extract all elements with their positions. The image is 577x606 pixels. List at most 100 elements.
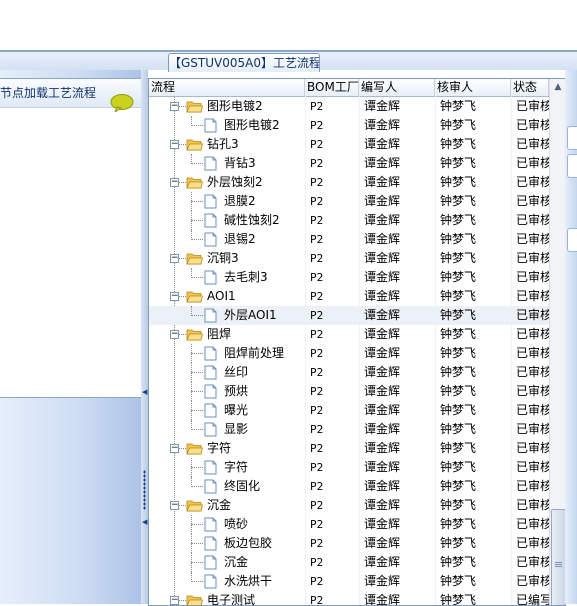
reviewer-cell: 钟梦飞 (440, 251, 477, 265)
table-row[interactable]: − 外层蚀刻2 P2 谭金辉 钟梦飞 已审核 (149, 173, 549, 192)
collapse-left-arrow-icon[interactable]: ◀ (142, 388, 147, 396)
status-cell: 已审核 (516, 498, 549, 512)
reviewer-cell: 钟梦飞 (440, 175, 477, 189)
reviewer-cell: 钟梦飞 (440, 213, 477, 227)
table-row[interactable]: 图形电镀2 P2 谭金辉 钟梦飞 已审核 (149, 116, 549, 135)
reviewer-cell: 钟梦飞 (440, 555, 477, 569)
status-cell: 已审核 (516, 460, 549, 474)
reviewer-cell: 钟梦飞 (440, 574, 477, 588)
right-side-tab[interactable] (567, 228, 577, 252)
process-name: 字符 (224, 460, 249, 474)
process-name: 字符 (207, 441, 232, 455)
column-header-reviewer[interactable]: 核审人 (435, 79, 511, 96)
table-row[interactable]: − AOI1 P2 谭金辉 钟梦飞 已审核 (149, 287, 549, 306)
collapse-toggle-icon[interactable]: − (170, 140, 179, 149)
column-header-bom[interactable]: BOM工厂 (305, 79, 359, 96)
process-name: 喷砂 (224, 517, 249, 531)
table-row[interactable]: 终固化 P2 谭金辉 钟梦飞 已审核 (149, 477, 549, 496)
table-row[interactable]: 背钻3 P2 谭金辉 钟梦飞 已审核 (149, 154, 549, 173)
bom-cell: P2 (310, 499, 324, 512)
chat-bubble-icon[interactable] (110, 94, 134, 112)
reviewer-cell: 钟梦飞 (440, 232, 477, 246)
writer-cell: 谭金辉 (364, 194, 401, 208)
document-icon (204, 213, 217, 228)
collapse-toggle-icon[interactable]: − (170, 102, 179, 111)
column-header-process[interactable]: 流程 (149, 79, 305, 96)
collapse-toggle-icon[interactable]: − (170, 178, 179, 187)
collapse-toggle-icon[interactable]: − (170, 330, 179, 339)
bom-cell: P2 (310, 461, 324, 474)
process-name: 显影 (224, 422, 249, 436)
reviewer-cell: 钟梦飞 (440, 289, 477, 303)
table-row[interactable]: 曝光 P2 谭金辉 钟梦飞 已审核 (149, 401, 549, 420)
table-row[interactable]: 板边包胶 P2 谭金辉 钟梦飞 已审核 (149, 534, 549, 553)
table-row[interactable]: 预烘 P2 谭金辉 钟梦飞 已审核 (149, 382, 549, 401)
table-row[interactable]: 外层AOI1 P2 谭金辉 钟梦飞 已审核 (149, 306, 549, 325)
status-cell: 已审核 (516, 365, 549, 379)
table-row[interactable]: − 字符 P2 谭金辉 钟梦飞 已审核 (149, 439, 549, 458)
collapse-toggle-icon[interactable]: − (170, 444, 179, 453)
table-row[interactable]: 退锡2 P2 谭金辉 钟梦飞 已审核 (149, 230, 549, 249)
tree-connector-line (191, 277, 203, 278)
folder-open-icon (186, 595, 203, 605)
bom-cell: P2 (310, 385, 324, 398)
process-name: 板边包胶 (224, 536, 273, 550)
scroll-thumb[interactable] (551, 509, 565, 605)
collapse-toggle-icon[interactable]: − (170, 501, 179, 510)
bom-cell: P2 (310, 233, 324, 246)
bom-cell: P2 (310, 537, 324, 550)
status-cell: 已审核 (516, 384, 549, 398)
bom-cell: P2 (310, 575, 324, 588)
writer-cell: 谭金辉 (364, 517, 401, 531)
document-icon (204, 460, 217, 475)
right-side-tab[interactable] (567, 126, 577, 150)
collapse-toggle-icon[interactable]: − (170, 254, 179, 263)
status-cell: 已审核 (516, 213, 549, 227)
process-name: 阻焊 (207, 327, 232, 341)
table-row[interactable]: − 钻孔3 P2 谭金辉 钟梦飞 已审核 (149, 135, 549, 154)
table-row[interactable]: 碱性蚀刻2 P2 谭金辉 钟梦飞 已审核 (149, 211, 549, 230)
scroll-up-arrow-icon[interactable]: ▲ (550, 79, 565, 96)
left-panel: 节点加载工艺流程 (0, 78, 142, 398)
tree-connector-line (191, 524, 203, 525)
status-cell: 已审核 (516, 422, 549, 436)
process-name: 图形电镀2 (207, 99, 263, 113)
writer-cell: 谭金辉 (364, 213, 401, 227)
collapse-left-arrow-icon-2[interactable]: ◀ (142, 518, 147, 526)
table-row[interactable]: 喷砂 P2 谭金辉 钟梦飞 已审核 (149, 515, 549, 534)
process-grid[interactable]: 流程 BOM工厂 编写人 核审人 状态 − 图形电镀2 P2 谭金辉 钟梦飞 已审核 图形电… (148, 78, 566, 606)
table-row[interactable]: − 沉铜3 P2 谭金辉 钟梦飞 已审核 (149, 249, 549, 268)
right-side-tab[interactable] (567, 154, 577, 178)
bom-cell: P2 (310, 518, 324, 531)
table-row[interactable]: − 图形电镀2 P2 谭金辉 钟梦飞 已审核 (149, 97, 549, 116)
column-header-status[interactable]: 状态 (511, 79, 549, 96)
process-name: 阻焊前处理 (224, 346, 285, 360)
table-row[interactable]: 字符 P2 谭金辉 钟梦飞 已审核 (149, 458, 549, 477)
table-row[interactable]: − 沉金 P2 谭金辉 钟梦飞 已审核 (149, 496, 549, 515)
table-row[interactable]: 阻焊前处理 P2 谭金辉 钟梦飞 已审核 (149, 344, 549, 363)
document-icon (204, 308, 217, 323)
process-name: 水洗烘干 (224, 574, 273, 588)
folder-open-icon (186, 291, 203, 303)
table-row[interactable]: − 阻焊 P2 谭金辉 钟梦飞 已审核 (149, 325, 549, 344)
status-cell: 已审核 (516, 346, 549, 360)
collapse-toggle-icon[interactable]: − (170, 292, 179, 301)
document-icon (204, 422, 217, 437)
table-row[interactable]: 退膜2 P2 谭金辉 钟梦飞 已审核 (149, 192, 549, 211)
document-icon (204, 517, 217, 532)
table-row[interactable]: 沉金 P2 谭金辉 钟梦飞 已审核 (149, 553, 549, 572)
vertical-scrollbar[interactable]: ▲ (549, 79, 565, 605)
splitter-grip-icon[interactable] (143, 470, 146, 510)
panel-splitter[interactable]: ◀ ◀ (141, 70, 148, 604)
table-row[interactable]: 丝印 P2 谭金辉 钟梦飞 已审核 (149, 363, 549, 382)
status-cell: 已审核 (516, 555, 549, 569)
table-row[interactable]: 去毛刺3 P2 谭金辉 钟梦飞 已审核 (149, 268, 549, 287)
document-icon (204, 194, 217, 209)
table-row[interactable]: 水洗烘干 P2 谭金辉 钟梦飞 已审核 (149, 572, 549, 591)
status-cell: 已审核 (516, 327, 549, 341)
column-header-writer[interactable]: 编写人 (359, 79, 435, 96)
status-cell: 已审核 (516, 175, 549, 189)
table-row[interactable]: 显影 P2 谭金辉 钟梦飞 已审核 (149, 420, 549, 439)
reviewer-cell: 钟梦飞 (440, 194, 477, 208)
bom-cell: P2 (310, 404, 324, 417)
